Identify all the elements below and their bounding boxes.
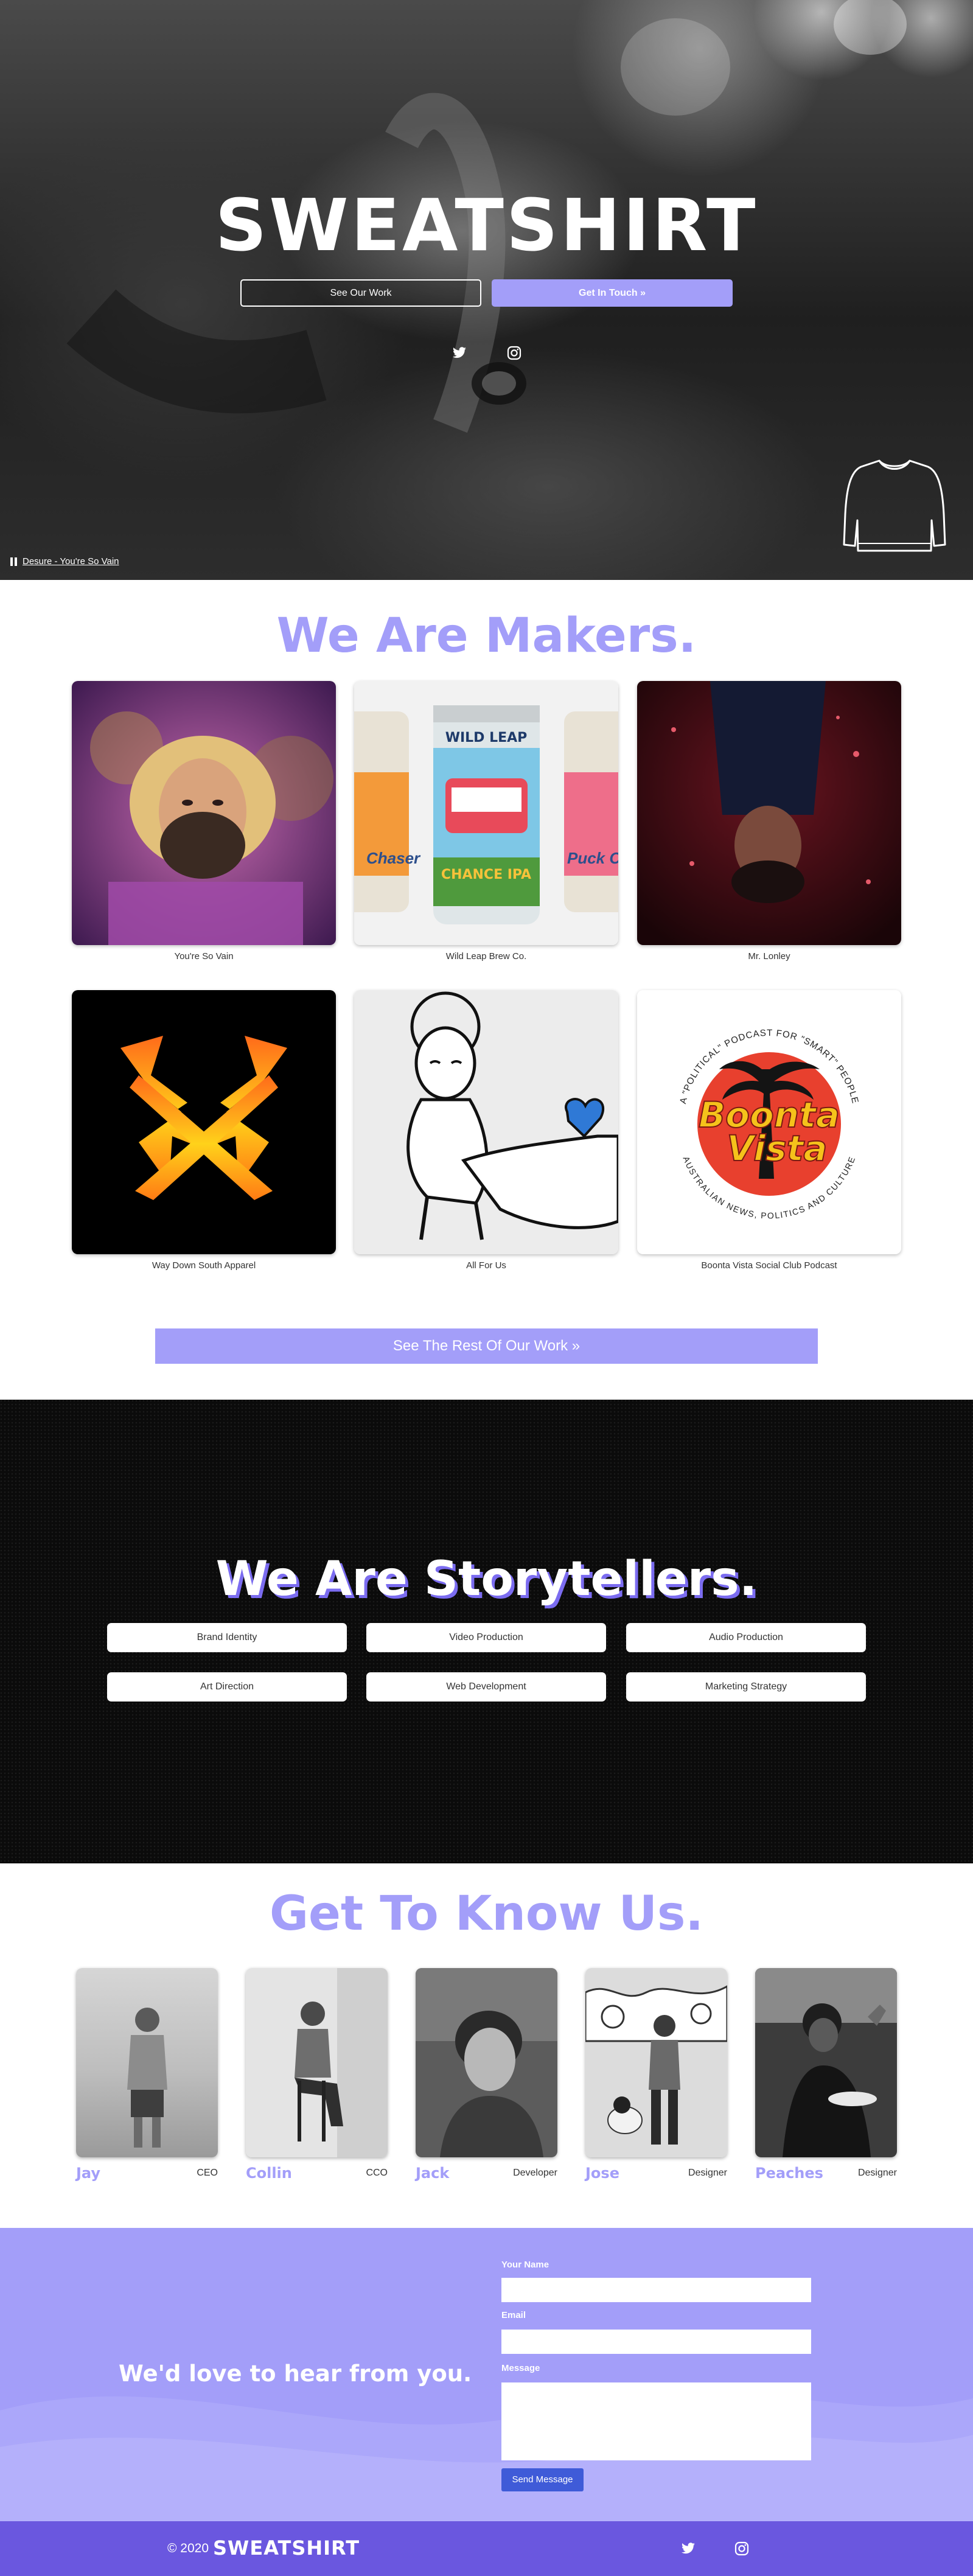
see-rest-of-work-button[interactable]: See The Rest Of Our Work » [155, 1328, 818, 1364]
can-text-left: Chaser [366, 849, 421, 867]
instagram-icon[interactable] [504, 343, 525, 363]
storytellers-title: We Are Storytellers. [215, 1552, 758, 1607]
service-web-development[interactable]: Web Development [366, 1672, 606, 1702]
contact-section: We'd love to hear from you. Your Name Em… [0, 2228, 973, 2521]
hero-logo: SWEATSHIRT [215, 183, 758, 267]
project-caption: All For Us [466, 1260, 506, 1271]
service-audio-production[interactable]: Audio Production [626, 1623, 866, 1652]
pause-icon[interactable] [10, 557, 18, 567]
project-tile-way-down-south[interactable] [72, 990, 336, 1254]
project-tile-mr-lonley[interactable] [637, 681, 901, 945]
project-tile-all-for-us[interactable] [354, 990, 618, 1254]
hero-background-photo [66, 0, 907, 433]
email-label: Email [501, 2310, 526, 2320]
storytellers-section: We Are Storytellers. Brand Identity Vide… [0, 1400, 973, 1863]
member-role: Designer [688, 2168, 727, 2178]
project-tile-boonta-vista[interactable]: Boonta Vista A "POLITICAL" PODCAST FOR "… [637, 990, 901, 1254]
project-image [354, 990, 618, 1254]
project-image: Chaser WILD LEAP CHANCE IPA Puck C [354, 681, 618, 945]
twitter-icon[interactable] [449, 343, 470, 363]
project-caption: Way Down South Apparel [152, 1260, 256, 1271]
footer: © 2020 SWEATSHIRT [0, 2521, 973, 2576]
can-main: CHANCE IPA [441, 867, 531, 882]
get-in-touch-button[interactable]: Get In Touch » [492, 279, 733, 307]
project-tile-wild-leap[interactable]: Chaser WILD LEAP CHANCE IPA Puck C [354, 681, 618, 945]
member-photo-jack [416, 1968, 557, 2157]
contact-heading: We'd love to hear from you. [119, 2361, 472, 2387]
see-our-work-button[interactable]: See Our Work [240, 279, 481, 307]
can-brand: WILD LEAP [445, 730, 528, 745]
name-label: Your Name [501, 2260, 549, 2270]
member-photo-collin [246, 1968, 388, 2157]
service-video-production[interactable]: Video Production [366, 1623, 606, 1652]
message-field[interactable] [501, 2382, 811, 2460]
sweatshirt-icon [843, 459, 946, 552]
member-photo-jose [585, 1968, 727, 2157]
project-image: Boonta Vista A "POLITICAL" PODCAST FOR "… [637, 990, 901, 1254]
name-field[interactable] [501, 2278, 811, 2302]
service-brand-identity[interactable]: Brand Identity [107, 1623, 347, 1652]
copyright: © 2020 [167, 2541, 209, 2555]
project-caption: You're So Vain [174, 951, 234, 962]
project-image [72, 681, 336, 945]
service-art-direction[interactable]: Art Direction [107, 1672, 347, 1702]
message-label: Message [501, 2363, 540, 2373]
member-photo-peaches [755, 1968, 897, 2157]
send-message-button[interactable]: Send Message [501, 2468, 584, 2491]
boonta-word-2: Vista [727, 1128, 827, 1169]
member-role: Designer [857, 2168, 897, 2178]
member-role: CCO [366, 2168, 388, 2178]
track-link[interactable]: Desure - You're So Vain [23, 556, 119, 567]
email-field[interactable] [501, 2330, 811, 2354]
project-caption: Wild Leap Brew Co. [445, 951, 527, 962]
hero-section: SWEATSHIRT See Our Work Get In Touch » D… [0, 0, 973, 580]
can-text-right: Puck C [567, 849, 618, 867]
team-title: Get To Know Us. [269, 1887, 704, 1941]
project-tile-youre-so-vain[interactable] [72, 681, 336, 945]
member-role: CEO [197, 2168, 218, 2178]
member-role: Developer [513, 2168, 557, 2178]
project-caption: Boonta Vista Social Club Podcast [701, 1260, 837, 1271]
instagram-icon[interactable] [733, 2539, 751, 2558]
project-image [72, 990, 336, 1254]
twitter-icon[interactable] [679, 2539, 697, 2558]
audio-player[interactable]: Desure - You're So Vain [10, 556, 119, 567]
project-image [637, 681, 901, 945]
service-marketing-strategy[interactable]: Marketing Strategy [626, 1672, 866, 1702]
makers-title: We Are Makers. [276, 609, 697, 663]
member-photo-jay [76, 1968, 218, 2157]
footer-logo: SWEATSHIRT [213, 2536, 360, 2560]
project-caption: Mr. Lonley [748, 951, 790, 962]
